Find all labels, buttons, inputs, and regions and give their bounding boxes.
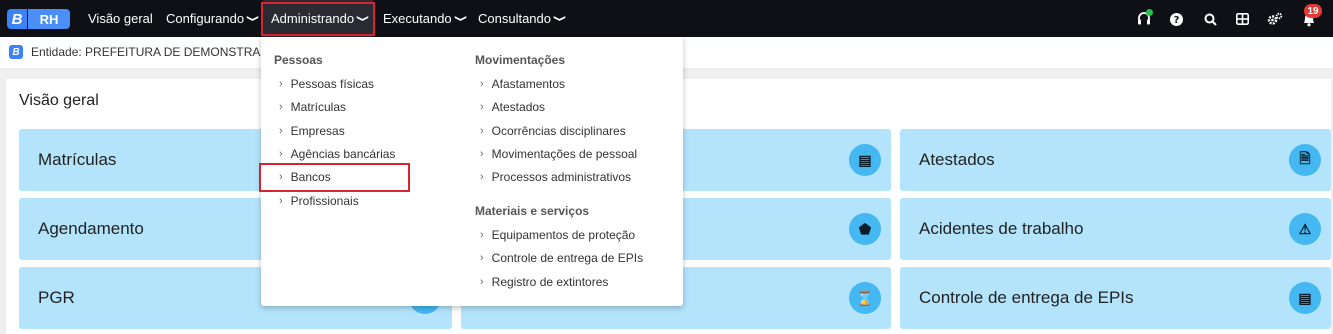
chevron-right-icon: › [480, 276, 484, 288]
card-label: Agendamento [38, 219, 144, 238]
nav-label: Configurando [166, 11, 245, 26]
menu-item-controle-entrega-epis[interactable]: › Controle de entrega de EPIs [480, 251, 643, 265]
chevron-right-icon: › [480, 78, 484, 90]
bancos-highlight [259, 163, 410, 192]
top-navbar: B RH Visão geral Configurando ❯ Administ… [0, 0, 1333, 37]
menu-item-label: Afastamentos [491, 77, 566, 91]
chevron-right-icon: › [480, 125, 484, 137]
chevron-right-icon: › [279, 195, 283, 207]
entity-icon: B [9, 45, 23, 59]
menu-item-ocorrencias-disciplinares[interactable]: › Ocorrências disciplinares [480, 124, 626, 138]
grid-icon[interactable] [1234, 11, 1250, 27]
chevron-right-icon: › [480, 171, 484, 183]
menu-item-label: Atestados [491, 100, 546, 114]
chevron-down-icon: ❯ [553, 14, 567, 23]
nav-visao-geral[interactable]: Visão geral [88, 0, 153, 37]
chevron-right-icon: › [279, 101, 283, 113]
menu-item-movimentacoes-de-pessoal[interactable]: › Movimentações de pessoal [480, 147, 637, 161]
chevron-right-icon: › [480, 229, 484, 241]
card-label: Controle de entrega de EPIs [919, 288, 1134, 307]
chevron-right-icon: › [480, 252, 484, 264]
menu-item-matriculas[interactable]: › Matrículas [279, 100, 346, 114]
svg-text:?: ? [1173, 15, 1179, 26]
nav-label: Consultando [478, 11, 551, 26]
menu-item-profissionais[interactable]: › Profissionais [279, 194, 359, 208]
chevron-down-icon: ❯ [246, 14, 260, 23]
menu-item-afastamentos[interactable]: › Afastamentos [480, 77, 565, 91]
menu-item-label: Profissionais [290, 194, 359, 208]
settings-icon[interactable] [1267, 11, 1283, 27]
page-title: Visão geral [19, 92, 99, 109]
menu-item-label: Ocorrências disciplinares [491, 124, 626, 138]
menu-heading-movimentacoes: Movimentações [475, 53, 566, 67]
menu-item-label: Empresas [290, 124, 345, 138]
card-atestados[interactable]: Atestados 🗎 [900, 129, 1331, 191]
menu-item-label: Processos administrativos [491, 170, 632, 184]
entity-text: Entidade: PREFEITURA DE DEMONSTRAÇÃO [31, 45, 287, 59]
shield-icon: ⬟ [849, 213, 881, 245]
chevron-right-icon: › [279, 78, 283, 90]
card-label: Atestados [919, 150, 995, 169]
menu-item-label: Pessoas físicas [290, 77, 375, 91]
menu-item-label: Equipamentos de proteção [491, 228, 636, 242]
chevron-down-icon: ❯ [454, 14, 468, 23]
menu-heading-materiais-servicos: Materiais e serviços [475, 204, 590, 218]
nav-executando[interactable]: Executando ❯ [383, 0, 468, 37]
nav-label: Executando [383, 11, 452, 26]
copy-icon: ▤ [849, 144, 881, 176]
logo-text: RH [28, 9, 70, 29]
notification-badge: 19 [1304, 4, 1322, 18]
menu-item-pessoas-fisicas[interactable]: › Pessoas físicas [279, 77, 374, 91]
menu-item-label: Agências bancárias [290, 147, 396, 161]
card-controle-entrega-epis[interactable]: Controle de entrega de EPIs ▤ [900, 267, 1331, 329]
menu-heading-pessoas: Pessoas [274, 53, 323, 67]
card-acidentes-de-trabalho[interactable]: Acidentes de trabalho ⚠ [900, 198, 1331, 260]
menu-item-label: Matrículas [290, 100, 347, 114]
menu-item-processos-administrativos[interactable]: › Processos administrativos [480, 170, 631, 184]
copy-icon: ▤ [1289, 282, 1321, 314]
menu-item-label: Movimentações de pessoal [491, 147, 638, 161]
online-status-dot [1146, 9, 1153, 16]
entity-bar: B Entidade: PREFEITURA DE DEMONSTRAÇÃO [9, 45, 286, 59]
menu-item-empresas[interactable]: › Empresas [279, 124, 345, 138]
nav-configurando[interactable]: Configurando ❯ [166, 0, 260, 37]
chevron-right-icon: › [480, 101, 484, 113]
nav-label: Visão geral [88, 11, 153, 26]
chevron-right-icon: › [279, 148, 283, 160]
menu-item-equipamentos-de-protecao[interactable]: › Equipamentos de proteção [480, 228, 635, 242]
active-nav-highlight [261, 2, 375, 36]
menu-item-label: Controle de entrega de EPIs [491, 251, 644, 265]
menu-item-registro-de-extintores[interactable]: › Registro de extintores [480, 275, 608, 289]
card-label: Matrículas [38, 150, 117, 169]
menu-item-atestados[interactable]: › Atestados [480, 100, 545, 114]
logo-mark: B [7, 9, 27, 29]
chevron-right-icon: › [480, 148, 484, 160]
document-icon: 🗎 [1289, 144, 1321, 176]
menu-item-label: Registro de extintores [491, 275, 609, 289]
nav-consultando[interactable]: Consultando ❯ [478, 0, 567, 37]
warning-icon: ⚠ [1289, 213, 1321, 245]
help-icon[interactable]: ? [1168, 11, 1184, 27]
hourglass-icon: ⌛ [849, 282, 881, 314]
card-label: PGR [38, 288, 75, 307]
app-logo[interactable]: B RH [7, 9, 70, 29]
menu-item-agencias-bancarias[interactable]: › Agências bancárias [279, 147, 395, 161]
chevron-right-icon: › [279, 125, 283, 137]
search-icon[interactable] [1202, 11, 1218, 27]
card-label: Acidentes de trabalho [919, 219, 1084, 238]
